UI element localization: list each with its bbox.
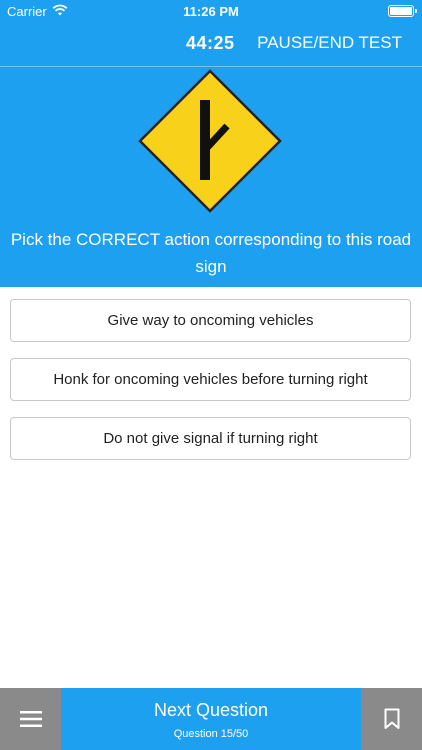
header: Carrier 11:26 PM 44:25 PAUSE/END TEST Pi… (0, 0, 422, 287)
test-timer: 44:25 (186, 33, 235, 53)
bookmark-button[interactable] (361, 688, 422, 750)
next-question-label: Next Question (153, 700, 269, 720)
question-text: Pick the CORRECT action corresponding to… (10, 230, 412, 276)
header-divider (0, 66, 422, 67)
answer-option-1[interactable]: Give way to oncoming vehicles (10, 299, 411, 342)
hamburger-icon (19, 711, 42, 727)
question-progress: Question 15/50 (173, 728, 249, 740)
answer-option-2[interactable]: Honk for oncoming vehicles before turnin… (10, 358, 411, 401)
road-sign-side-road-icon (138, 69, 282, 213)
pause-end-test-button[interactable]: PAUSE/END TEST (257, 33, 402, 53)
menu-button[interactable] (0, 688, 61, 750)
status-time: 11:26 PM (183, 4, 239, 19)
bookmark-icon (384, 708, 399, 729)
next-question-button[interactable]: Next Question Question 15/50 (61, 688, 361, 750)
bottom-bar: Next Question Question 15/50 (0, 688, 422, 750)
status-bar: Carrier 11:26 PM (0, 0, 422, 22)
answer-option-3[interactable]: Do not give signal if turning right (10, 417, 411, 460)
top-bar: 44:25 PAUSE/END TEST (0, 22, 422, 66)
battery-icon (388, 5, 417, 17)
